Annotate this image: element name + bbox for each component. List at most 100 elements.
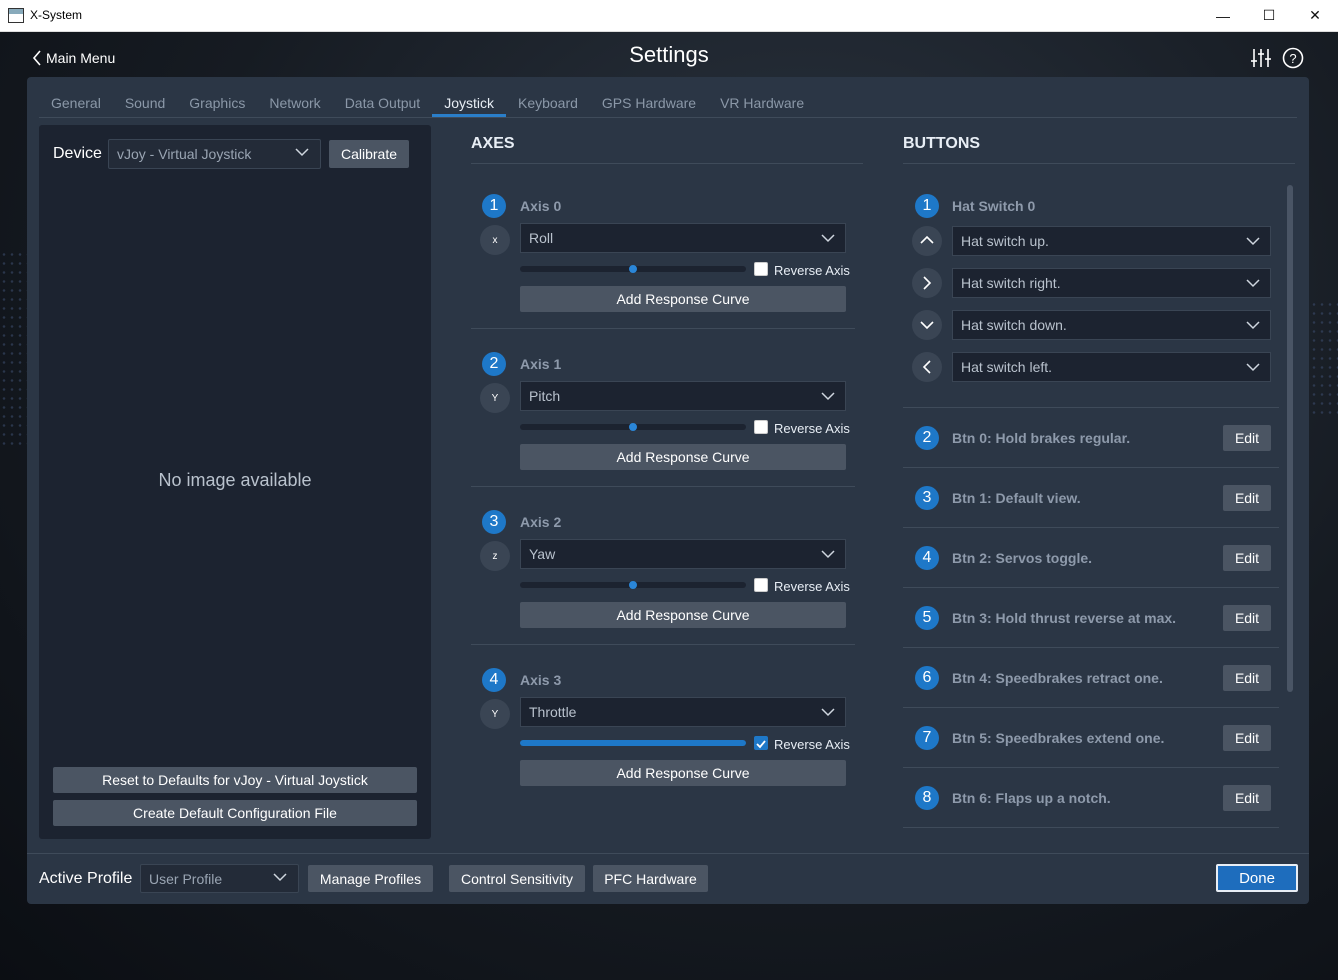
edit-button[interactable]: Edit	[1223, 545, 1271, 571]
button-number-badge: 4	[915, 546, 939, 570]
chevron-left-icon	[922, 360, 931, 374]
axis-title: Axis 1	[520, 356, 562, 372]
reverse-axis-checkbox[interactable]	[754, 262, 768, 276]
tab-graphics[interactable]: Graphics	[177, 77, 257, 117]
hat-assignment-value: Hat switch left.	[961, 359, 1053, 375]
axis-assignment-select[interactable]: Yaw	[520, 539, 846, 569]
axis-letter: z	[492, 550, 498, 562]
axis-icon: Y	[480, 699, 510, 729]
hat-direction-button[interactable]	[912, 352, 942, 382]
device-select[interactable]: vJoy - Virtual Joystick	[108, 139, 321, 169]
axis-assignment-value: Pitch	[529, 388, 561, 404]
tab-data-output[interactable]: Data Output	[333, 77, 433, 117]
done-button[interactable]: Done	[1216, 864, 1298, 892]
reverse-axis-label: Reverse Axis	[774, 263, 850, 278]
background-lights	[1310, 300, 1338, 420]
axis-position-bar	[520, 423, 746, 431]
sliders-icon[interactable]	[1250, 47, 1272, 69]
tab-joystick[interactable]: Joystick	[432, 77, 506, 117]
edit-button[interactable]: Edit	[1223, 785, 1271, 811]
maximize-button[interactable]: ☐	[1246, 0, 1292, 31]
button-mapping-label: Btn 2: Servos toggle.	[952, 550, 1093, 566]
axis-number-badge: 1	[482, 194, 506, 218]
edit-button[interactable]: Edit	[1223, 485, 1271, 511]
hat-number-badge: 1	[915, 194, 939, 218]
calibrate-button[interactable]: Calibrate	[329, 140, 409, 168]
hat-assignment-select[interactable]: Hat switch down.	[952, 310, 1271, 340]
tab-sound[interactable]: Sound	[113, 77, 177, 117]
tab-network[interactable]: Network	[257, 77, 332, 117]
axis-letter: Y	[491, 708, 499, 720]
button-divider	[903, 587, 1279, 588]
axis-number-badge: 2	[482, 352, 506, 376]
chevron-up-icon	[920, 235, 934, 244]
hat-direction-button[interactable]	[912, 268, 942, 298]
tab-vr-hardware[interactable]: VR Hardware	[708, 77, 816, 117]
axes-heading: AXES	[471, 135, 515, 152]
axis-assignment-select[interactable]: Pitch	[520, 381, 846, 411]
button-divider	[903, 707, 1279, 708]
reset-defaults-button[interactable]: Reset to Defaults for vJoy - Virtual Joy…	[53, 767, 417, 793]
hat-direction-button[interactable]	[912, 226, 942, 256]
reverse-axis-checkbox[interactable]	[754, 578, 768, 592]
axis-position-bar	[520, 265, 746, 273]
button-number-badge: 8	[915, 786, 939, 810]
minimize-button[interactable]: —	[1200, 0, 1246, 31]
edit-button[interactable]: Edit	[1223, 425, 1271, 451]
button-mapping-label: Btn 3: Hold thrust reverse at max.	[952, 610, 1177, 626]
tab-gps-hardware[interactable]: GPS Hardware	[590, 77, 708, 117]
reverse-axis-checkbox[interactable]	[754, 736, 768, 750]
axis-title: Axis 0	[520, 198, 562, 214]
hat-direction-button[interactable]	[912, 310, 942, 340]
tab-general[interactable]: General	[39, 77, 113, 117]
chevron-down-icon	[821, 708, 835, 717]
chevron-down-icon	[1246, 363, 1260, 372]
add-response-curve-button[interactable]: Add Response Curve	[520, 286, 846, 312]
manage-profiles-button[interactable]: Manage Profiles	[308, 865, 433, 892]
button-number-badge: 5	[915, 606, 939, 630]
pfc-hardware-button[interactable]: PFC Hardware	[593, 865, 708, 892]
control-sensitivity-button[interactable]: Control Sensitivity	[449, 865, 585, 892]
reverse-axis-checkbox[interactable]	[754, 420, 768, 434]
button-mapping-label: Btn 4: Speedbrakes retract one.	[952, 670, 1163, 686]
hat-assignment-select[interactable]: Hat switch left.	[952, 352, 1271, 382]
axes-heading-divider	[471, 163, 863, 164]
edit-button[interactable]: Edit	[1223, 725, 1271, 751]
profile-select[interactable]: User Profile	[140, 864, 299, 893]
chevron-down-icon	[273, 872, 287, 881]
no-image-text: No image available	[158, 470, 312, 490]
help-icon[interactable]: ?	[1282, 47, 1304, 69]
create-config-button[interactable]: Create Default Configuration File	[53, 800, 417, 826]
edit-button[interactable]: Edit	[1223, 665, 1271, 691]
axis-letter: x	[492, 234, 498, 246]
tab-bar: General Sound Graphics Network Data Output Jo…	[39, 77, 816, 117]
tab-keyboard[interactable]: Keyboard	[506, 77, 590, 117]
button-divider	[903, 527, 1279, 528]
edit-button[interactable]: Edit	[1223, 605, 1271, 631]
buttons-scrollbar[interactable]	[1287, 185, 1293, 692]
add-response-curve-button[interactable]: Add Response Curve	[520, 444, 846, 470]
close-button[interactable]: ✕	[1292, 0, 1338, 31]
tab-divider	[39, 117, 1297, 118]
axis-position-thumb	[629, 265, 637, 273]
hat-assignment-select[interactable]: Hat switch up.	[952, 226, 1271, 256]
add-response-curve-button[interactable]: Add Response Curve	[520, 602, 846, 628]
add-response-curve-button[interactable]: Add Response Curve	[520, 760, 846, 786]
buttons-heading-divider	[903, 163, 1295, 164]
background-lights	[0, 250, 30, 450]
button-number-badge: 6	[915, 666, 939, 690]
button-mapping-label: Btn 0: Hold brakes regular.	[952, 430, 1131, 446]
hat-switch-title: Hat Switch 0	[952, 198, 1036, 214]
axis-position-bar	[520, 740, 746, 746]
button-mapping-label: Btn 5: Speedbrakes extend one.	[952, 730, 1165, 746]
chevron-down-icon	[920, 321, 934, 330]
hat-assignment-value: Hat switch up.	[961, 233, 1049, 249]
axis-title: Axis 2	[520, 514, 562, 530]
axis-assignment-select[interactable]: Throttle	[520, 697, 846, 727]
button-mapping-label: Btn 1: Default view.	[952, 490, 1081, 506]
hat-assignment-select[interactable]: Hat switch right.	[952, 268, 1271, 298]
svg-text:?: ?	[1289, 51, 1296, 66]
axis-assignment-select[interactable]: Roll	[520, 223, 846, 253]
button-mapping-label: Btn 6: Flaps up a notch.	[952, 790, 1111, 806]
hat-divider	[903, 407, 1279, 408]
